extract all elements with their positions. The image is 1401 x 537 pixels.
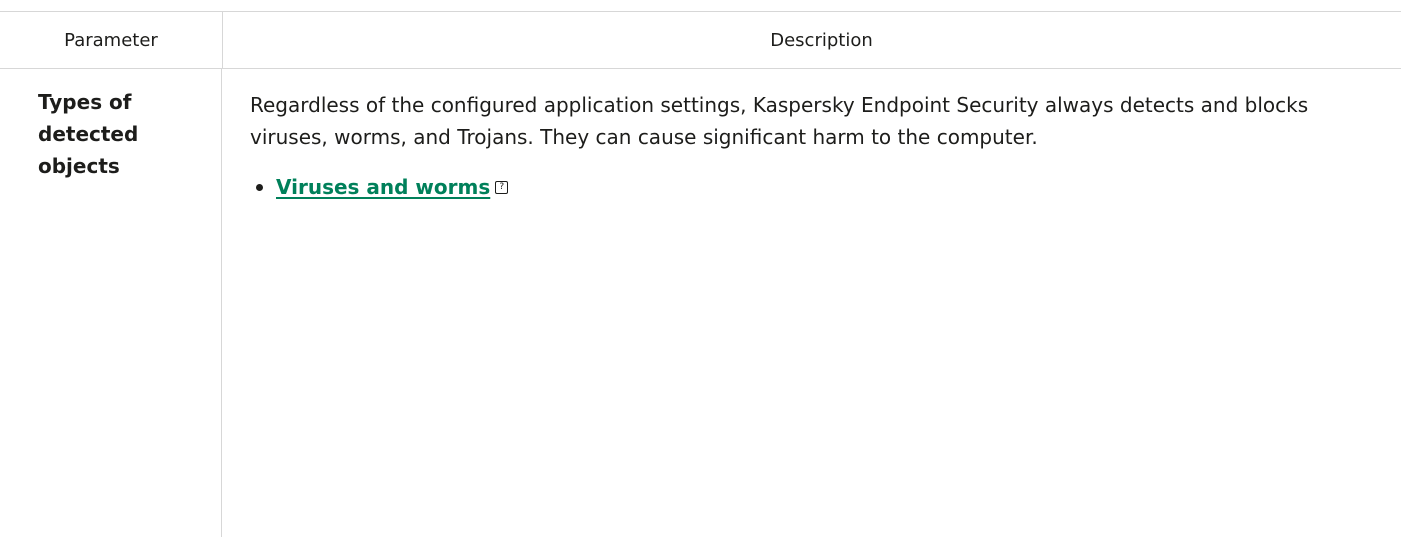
page: Parameter Description Types of detected … <box>0 0 1401 537</box>
table-header-row: Parameter Description <box>0 12 1401 69</box>
description-cell: Regardless of the configured application… <box>222 69 1401 537</box>
parameter-cell: Types of detected objects <box>0 69 222 537</box>
bullet-list: Viruses and worms ? <box>250 171 1401 203</box>
description-text: Regardless of the configured application… <box>250 93 1309 149</box>
header-description: Description <box>770 29 873 51</box>
help-icon[interactable]: ? <box>495 180 509 194</box>
header-parameter: Parameter <box>0 12 223 68</box>
table-row: Types of detected objects Regardless of … <box>0 69 1401 537</box>
bullet-dot <box>256 183 263 191</box>
viruses-and-worms-link[interactable]: Viruses and worms <box>276 171 490 203</box>
list-item: Viruses and worms ? <box>250 171 1401 203</box>
parameters-table: Parameter Description Types of detected … <box>0 11 1401 537</box>
